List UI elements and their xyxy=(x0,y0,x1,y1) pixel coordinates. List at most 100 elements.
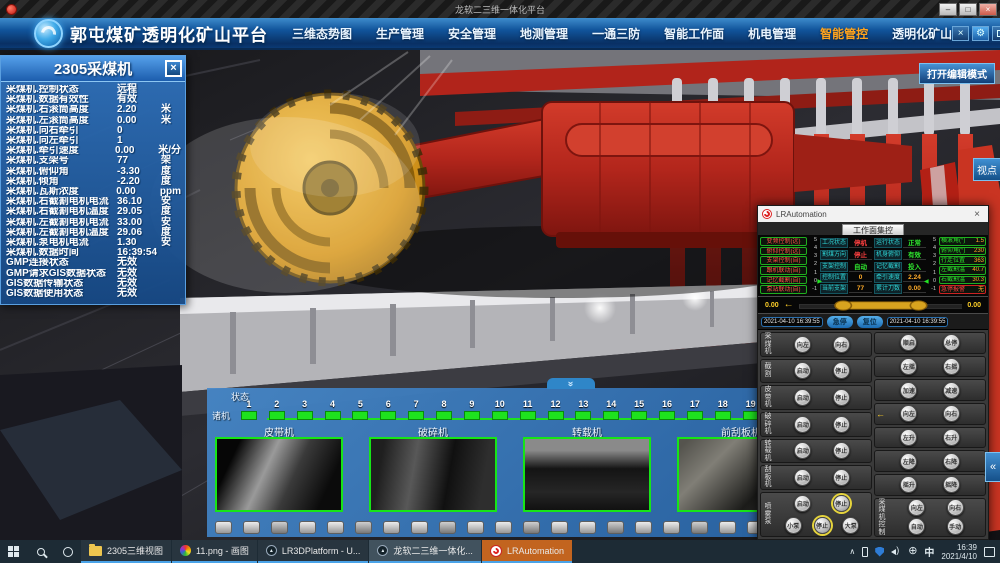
control-button[interactable]: 摇升 xyxy=(900,476,917,493)
shearer-panel-close-button[interactable]: × xyxy=(165,60,182,77)
collapse-side-tab[interactable]: « xyxy=(985,452,1000,482)
control-button[interactable]: 向右 xyxy=(833,336,850,353)
channel-status-box[interactable] xyxy=(548,411,564,420)
camera-view[interactable] xyxy=(369,437,497,512)
control-button[interactable]: 停止 xyxy=(833,389,850,406)
strip-thumbnail[interactable] xyxy=(215,521,232,534)
fullscreen-icon[interactable] xyxy=(992,26,1000,41)
tray-expand-icon[interactable]: ∧ xyxy=(849,547,855,556)
nav-item[interactable]: 三维态势图 xyxy=(292,25,352,42)
nav-item[interactable]: 透明化矿山 xyxy=(892,25,952,42)
strip-thumbnail[interactable] xyxy=(243,521,260,534)
strip-thumbnail[interactable] xyxy=(439,521,456,534)
strip-thumbnail[interactable] xyxy=(551,521,568,534)
nav-item[interactable]: 安全管理 xyxy=(448,25,496,42)
clock[interactable]: 16:39 2021/4/10 xyxy=(941,543,977,561)
control-button[interactable]: 启动 xyxy=(794,469,811,486)
tools-icon[interactable]: × xyxy=(952,26,969,41)
channel-status-box[interactable] xyxy=(325,411,341,420)
control-button[interactable]: 左摇 xyxy=(900,358,917,375)
control-button[interactable]: 停止 xyxy=(833,362,850,379)
channel-status-box[interactable] xyxy=(715,411,731,420)
control-button[interactable]: 加速 xyxy=(900,382,917,399)
channel-status-box[interactable] xyxy=(297,411,313,420)
network-icon[interactable]: ⊕ xyxy=(908,546,917,557)
control-button[interactable]: 右摇 xyxy=(943,358,960,375)
taskbar-app[interactable]: LRAutomation xyxy=(482,540,572,563)
camera-view[interactable] xyxy=(523,437,651,512)
control-button[interactable]: 停止 xyxy=(833,495,850,512)
control-button[interactable]: 停止 xyxy=(833,442,850,459)
strip-thumbnail[interactable] xyxy=(355,521,372,534)
device-icon[interactable] xyxy=(862,547,868,557)
open-edit-mode-button[interactable]: 打开编辑模式 xyxy=(919,63,995,84)
strip-thumbnail[interactable] xyxy=(495,521,512,534)
camera-view[interactable] xyxy=(215,437,343,512)
control-button[interactable]: 左升 xyxy=(900,429,917,446)
control-button[interactable]: 启动 xyxy=(794,362,811,379)
strip-thumbnail[interactable] xyxy=(383,521,400,534)
control-button[interactable]: 停止 xyxy=(833,416,850,433)
channel-status-box[interactable] xyxy=(241,411,257,420)
notification-center-icon[interactable] xyxy=(984,547,995,557)
maximize-button[interactable]: □ xyxy=(959,3,977,16)
control-button[interactable]: 启动 xyxy=(794,416,811,433)
strip-thumbnail[interactable] xyxy=(467,521,484,534)
control-button[interactable]: 摇降 xyxy=(943,476,960,493)
channel-status-box[interactable] xyxy=(575,411,591,420)
strip-thumbnail[interactable] xyxy=(327,521,344,534)
channel-status-box[interactable] xyxy=(520,411,536,420)
channel-status-box[interactable] xyxy=(603,411,619,420)
lrautomation-close-button[interactable]: × xyxy=(970,209,984,220)
strip-thumbnail[interactable] xyxy=(271,521,288,534)
strip-thumbnail[interactable] xyxy=(411,521,428,534)
channel-status-box[interactable] xyxy=(269,411,285,420)
reset-button[interactable]: 复位 xyxy=(857,316,883,328)
channel-status-box[interactable] xyxy=(659,411,675,420)
control-button[interactable]: 自动 xyxy=(908,518,925,535)
channel-status-box[interactable] xyxy=(687,411,703,420)
channel-status-box[interactable] xyxy=(408,411,424,420)
start-button[interactable] xyxy=(0,540,27,563)
control-button[interactable]: 向左 xyxy=(794,336,811,353)
estop-button[interactable]: 急停 xyxy=(827,316,853,328)
nav-item[interactable]: 智能工作面 xyxy=(664,25,724,42)
search-button[interactable] xyxy=(27,540,54,563)
taskbar-app[interactable]: 龙软二三维一体化... xyxy=(369,540,481,563)
control-button[interactable]: 总停 xyxy=(943,334,960,351)
control-button[interactable]: 停止 xyxy=(814,517,831,534)
control-button[interactable]: 停止 xyxy=(833,469,850,486)
control-button[interactable]: 左降 xyxy=(900,453,917,470)
nav-item[interactable]: 智能管控 xyxy=(820,25,868,42)
nav-item[interactable]: 一通三防 xyxy=(592,25,640,42)
channel-status-box[interactable] xyxy=(380,411,396,420)
strip-thumbnail[interactable] xyxy=(663,521,680,534)
control-button[interactable]: 向左 xyxy=(908,499,925,516)
control-button[interactable]: 向右 xyxy=(947,499,964,516)
nav-item[interactable]: 地测管理 xyxy=(520,25,568,42)
control-button[interactable]: 顺启 xyxy=(900,334,917,351)
channel-status-box[interactable] xyxy=(631,411,647,420)
strip-thumbnail[interactable] xyxy=(635,521,652,534)
control-button[interactable]: 右降 xyxy=(943,453,960,470)
control-button[interactable]: 大泵 xyxy=(842,517,859,534)
taskbar-app[interactable]: 11.png - 画图 xyxy=(172,540,257,563)
strip-thumbnail[interactable] xyxy=(607,521,624,534)
task-view-button[interactable] xyxy=(54,540,81,563)
control-button[interactable]: 右升 xyxy=(943,429,960,446)
minimize-button[interactable]: – xyxy=(939,3,957,16)
channel-status-box[interactable] xyxy=(464,411,480,420)
defender-shield-icon[interactable] xyxy=(875,547,884,557)
gear-icon[interactable]: ⚙ xyxy=(972,26,989,41)
control-button[interactable]: 启动 xyxy=(794,442,811,459)
control-button[interactable]: 启动 xyxy=(794,389,811,406)
strip-thumbnail[interactable] xyxy=(579,521,596,534)
channel-status-box[interactable] xyxy=(436,411,452,420)
viewpoint-tab[interactable]: 视点 xyxy=(973,158,1000,181)
strip-thumbnail[interactable] xyxy=(719,521,736,534)
tab-workface-control[interactable]: 工作面集控 xyxy=(842,224,904,235)
control-button[interactable]: 向右 xyxy=(943,405,960,422)
strip-thumbnail[interactable] xyxy=(523,521,540,534)
nav-item[interactable]: 机电管理 xyxy=(748,25,796,42)
speaker-icon[interactable] xyxy=(891,547,901,556)
